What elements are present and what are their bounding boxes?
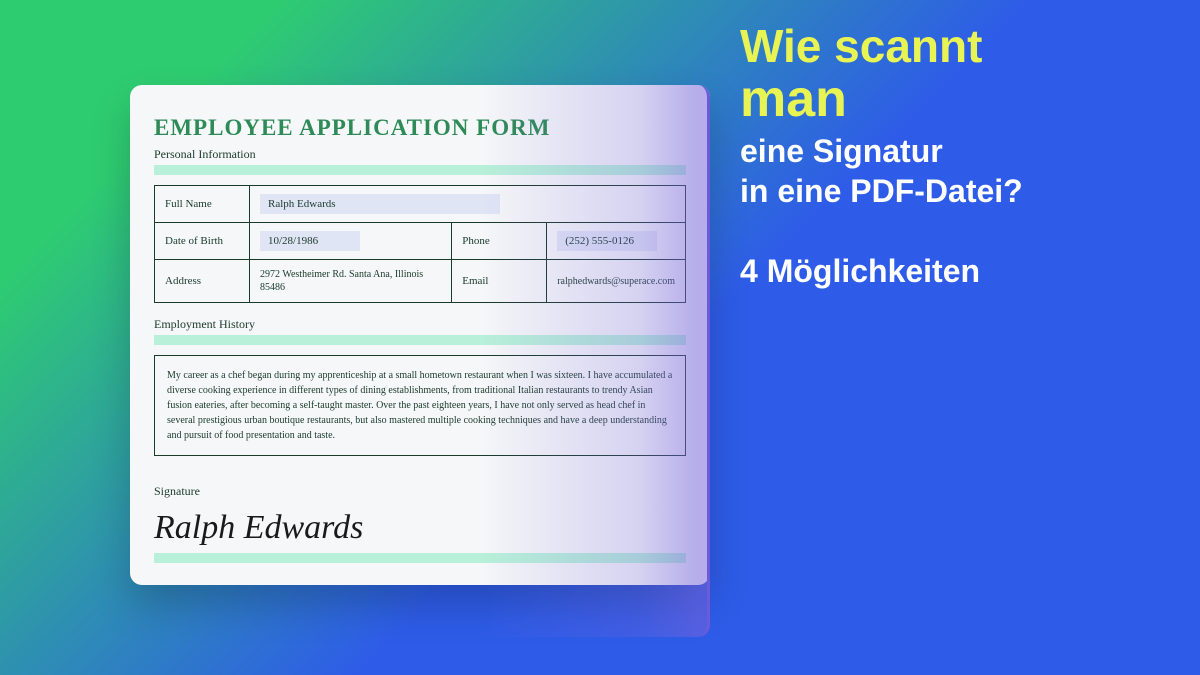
section-divider	[154, 335, 686, 345]
address-label: Address	[155, 260, 250, 303]
headline-line2: man	[740, 72, 1180, 127]
bottom-divider	[154, 553, 686, 563]
phone-label: Phone	[452, 223, 547, 260]
full-name-label: Full Name	[155, 186, 250, 223]
history-text: My career as a chef began during my appr…	[154, 355, 686, 456]
history-label: Employment History	[154, 317, 686, 332]
personal-info-label: Personal Information	[154, 147, 686, 162]
signature-label: Signature	[154, 484, 686, 499]
dob-value: 10/28/1986	[260, 231, 360, 251]
dob-label: Date of Birth	[155, 223, 250, 260]
personal-info-table: Full Name Ralph Edwards Date of Birth 10…	[154, 185, 686, 303]
headline-line3: eine Signatur	[740, 131, 1180, 171]
headline-line5: 4 Möglichkeiten	[740, 253, 1180, 290]
email-label: Email	[452, 260, 547, 303]
headline-line4: in eine PDF-Datei?	[740, 171, 1180, 211]
section-divider	[154, 165, 686, 175]
full-name-value: Ralph Edwards	[260, 194, 500, 214]
signature-value: Ralph Edwards	[154, 509, 686, 547]
headline-block: Wie scannt man eine Signatur in eine PDF…	[740, 22, 1180, 290]
phone-value: (252) 555-0126	[557, 231, 657, 251]
application-form-card: EMPLOYEE APPLICATION FORM Personal Infor…	[130, 85, 710, 585]
form-title: EMPLOYEE APPLICATION FORM	[154, 115, 686, 141]
headline-line1: Wie scannt	[740, 22, 1180, 70]
email-value: ralphedwards@superace.com	[547, 260, 686, 303]
address-value: 2972 Westheimer Rd. Santa Ana, Illinois …	[260, 268, 441, 294]
